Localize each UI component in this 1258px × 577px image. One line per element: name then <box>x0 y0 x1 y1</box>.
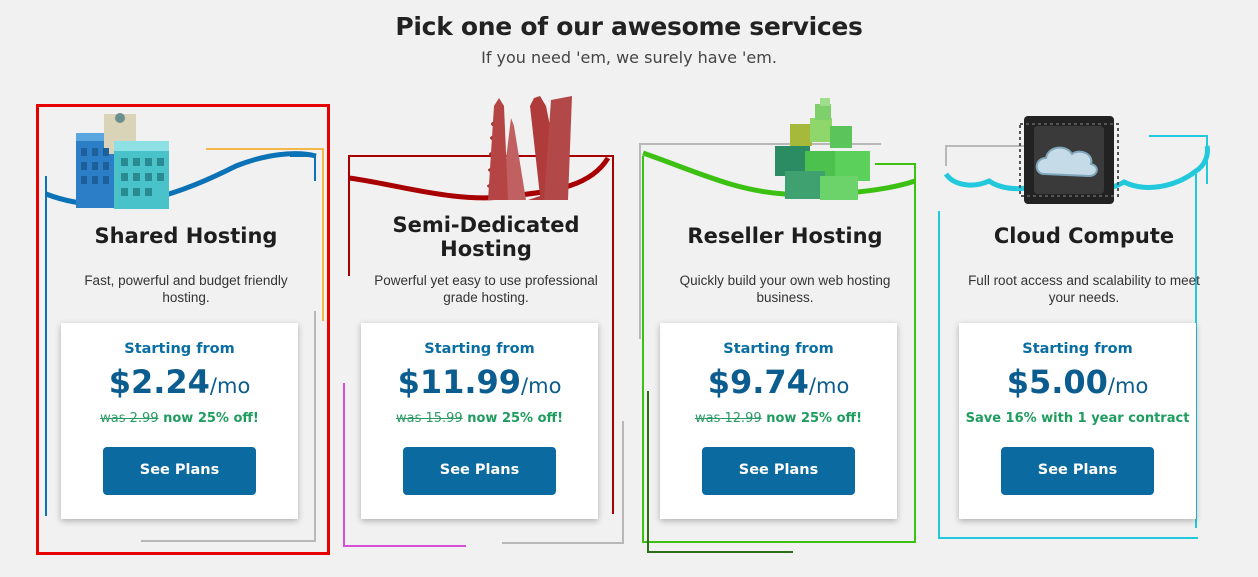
section-subtitle: If you need 'em, we surely have 'em. <box>481 48 777 67</box>
price: $9.74/mo <box>707 363 850 401</box>
price-box: Starting from $9.74/mo was 12.99 now 25%… <box>660 323 897 519</box>
starting-from-label: Starting from <box>124 341 235 357</box>
reseller-cubes-icon <box>642 98 916 200</box>
card-title: Reseller Hosting <box>687 224 883 248</box>
old-price: was 2.99 <box>100 411 159 426</box>
card-title: Shared Hosting <box>94 224 278 248</box>
card-description: Full root access and scalability to meet… <box>968 273 1200 305</box>
discount-text: was 15.99 now 25% off! <box>395 411 563 426</box>
starting-from-label: Starting from <box>723 341 834 357</box>
old-price: was 12.99 <box>694 411 762 426</box>
price-box: Starting from $5.00/mo Save 16% with 1 y… <box>959 323 1196 519</box>
semi-dedicated-towers-icon <box>348 96 611 201</box>
card-description: Powerful yet easy to use professional gr… <box>374 273 598 305</box>
card-semi-dedicated-hosting: Semi-Dedicated Hosting Powerful yet easy … <box>336 96 636 566</box>
old-price: was 15.99 <box>395 411 463 426</box>
price: $5.00/mo <box>1006 363 1149 401</box>
price-box: Starting from $2.24/mo was 2.99 now 25% … <box>61 323 298 519</box>
see-plans-button[interactable]: See Plans <box>103 447 256 495</box>
price: $2.24/mo <box>108 363 251 401</box>
starting-from-label: Starting from <box>1022 341 1133 357</box>
price-box: Starting from $11.99/mo was 15.99 now 25… <box>361 323 598 519</box>
section-title: Pick one of our awesome services <box>395 12 863 41</box>
see-plans-button[interactable]: See Plans <box>403 447 556 495</box>
shared-hosting-buildings-icon <box>45 113 317 209</box>
card-reseller-hosting: Reseller Hosting Quickly build your own … <box>635 96 935 566</box>
discount-text: was 12.99 now 25% off! <box>694 411 862 426</box>
card-description: Quickly build your own web hosting busin… <box>679 273 891 305</box>
discount-text: Save 16% with 1 year contract <box>965 411 1190 426</box>
discount-text: was 2.99 now 25% off! <box>100 411 259 426</box>
starting-from-label: Starting from <box>424 341 535 357</box>
card-title: Semi-Dedicated Hosting <box>392 213 580 261</box>
card-shared-hosting: Shared Hosting Fast, powerful and budget… <box>36 96 336 566</box>
see-plans-button[interactable]: See Plans <box>1001 447 1154 495</box>
price: $11.99/mo <box>397 363 562 401</box>
card-cloud-compute: Cloud Compute Full root access and scala… <box>934 96 1234 566</box>
cloud-compute-chip-icon <box>943 116 1210 204</box>
card-description: Fast, powerful and budget friendly hosti… <box>84 273 288 305</box>
see-plans-button[interactable]: See Plans <box>702 447 855 495</box>
card-title: Cloud Compute <box>993 224 1175 248</box>
